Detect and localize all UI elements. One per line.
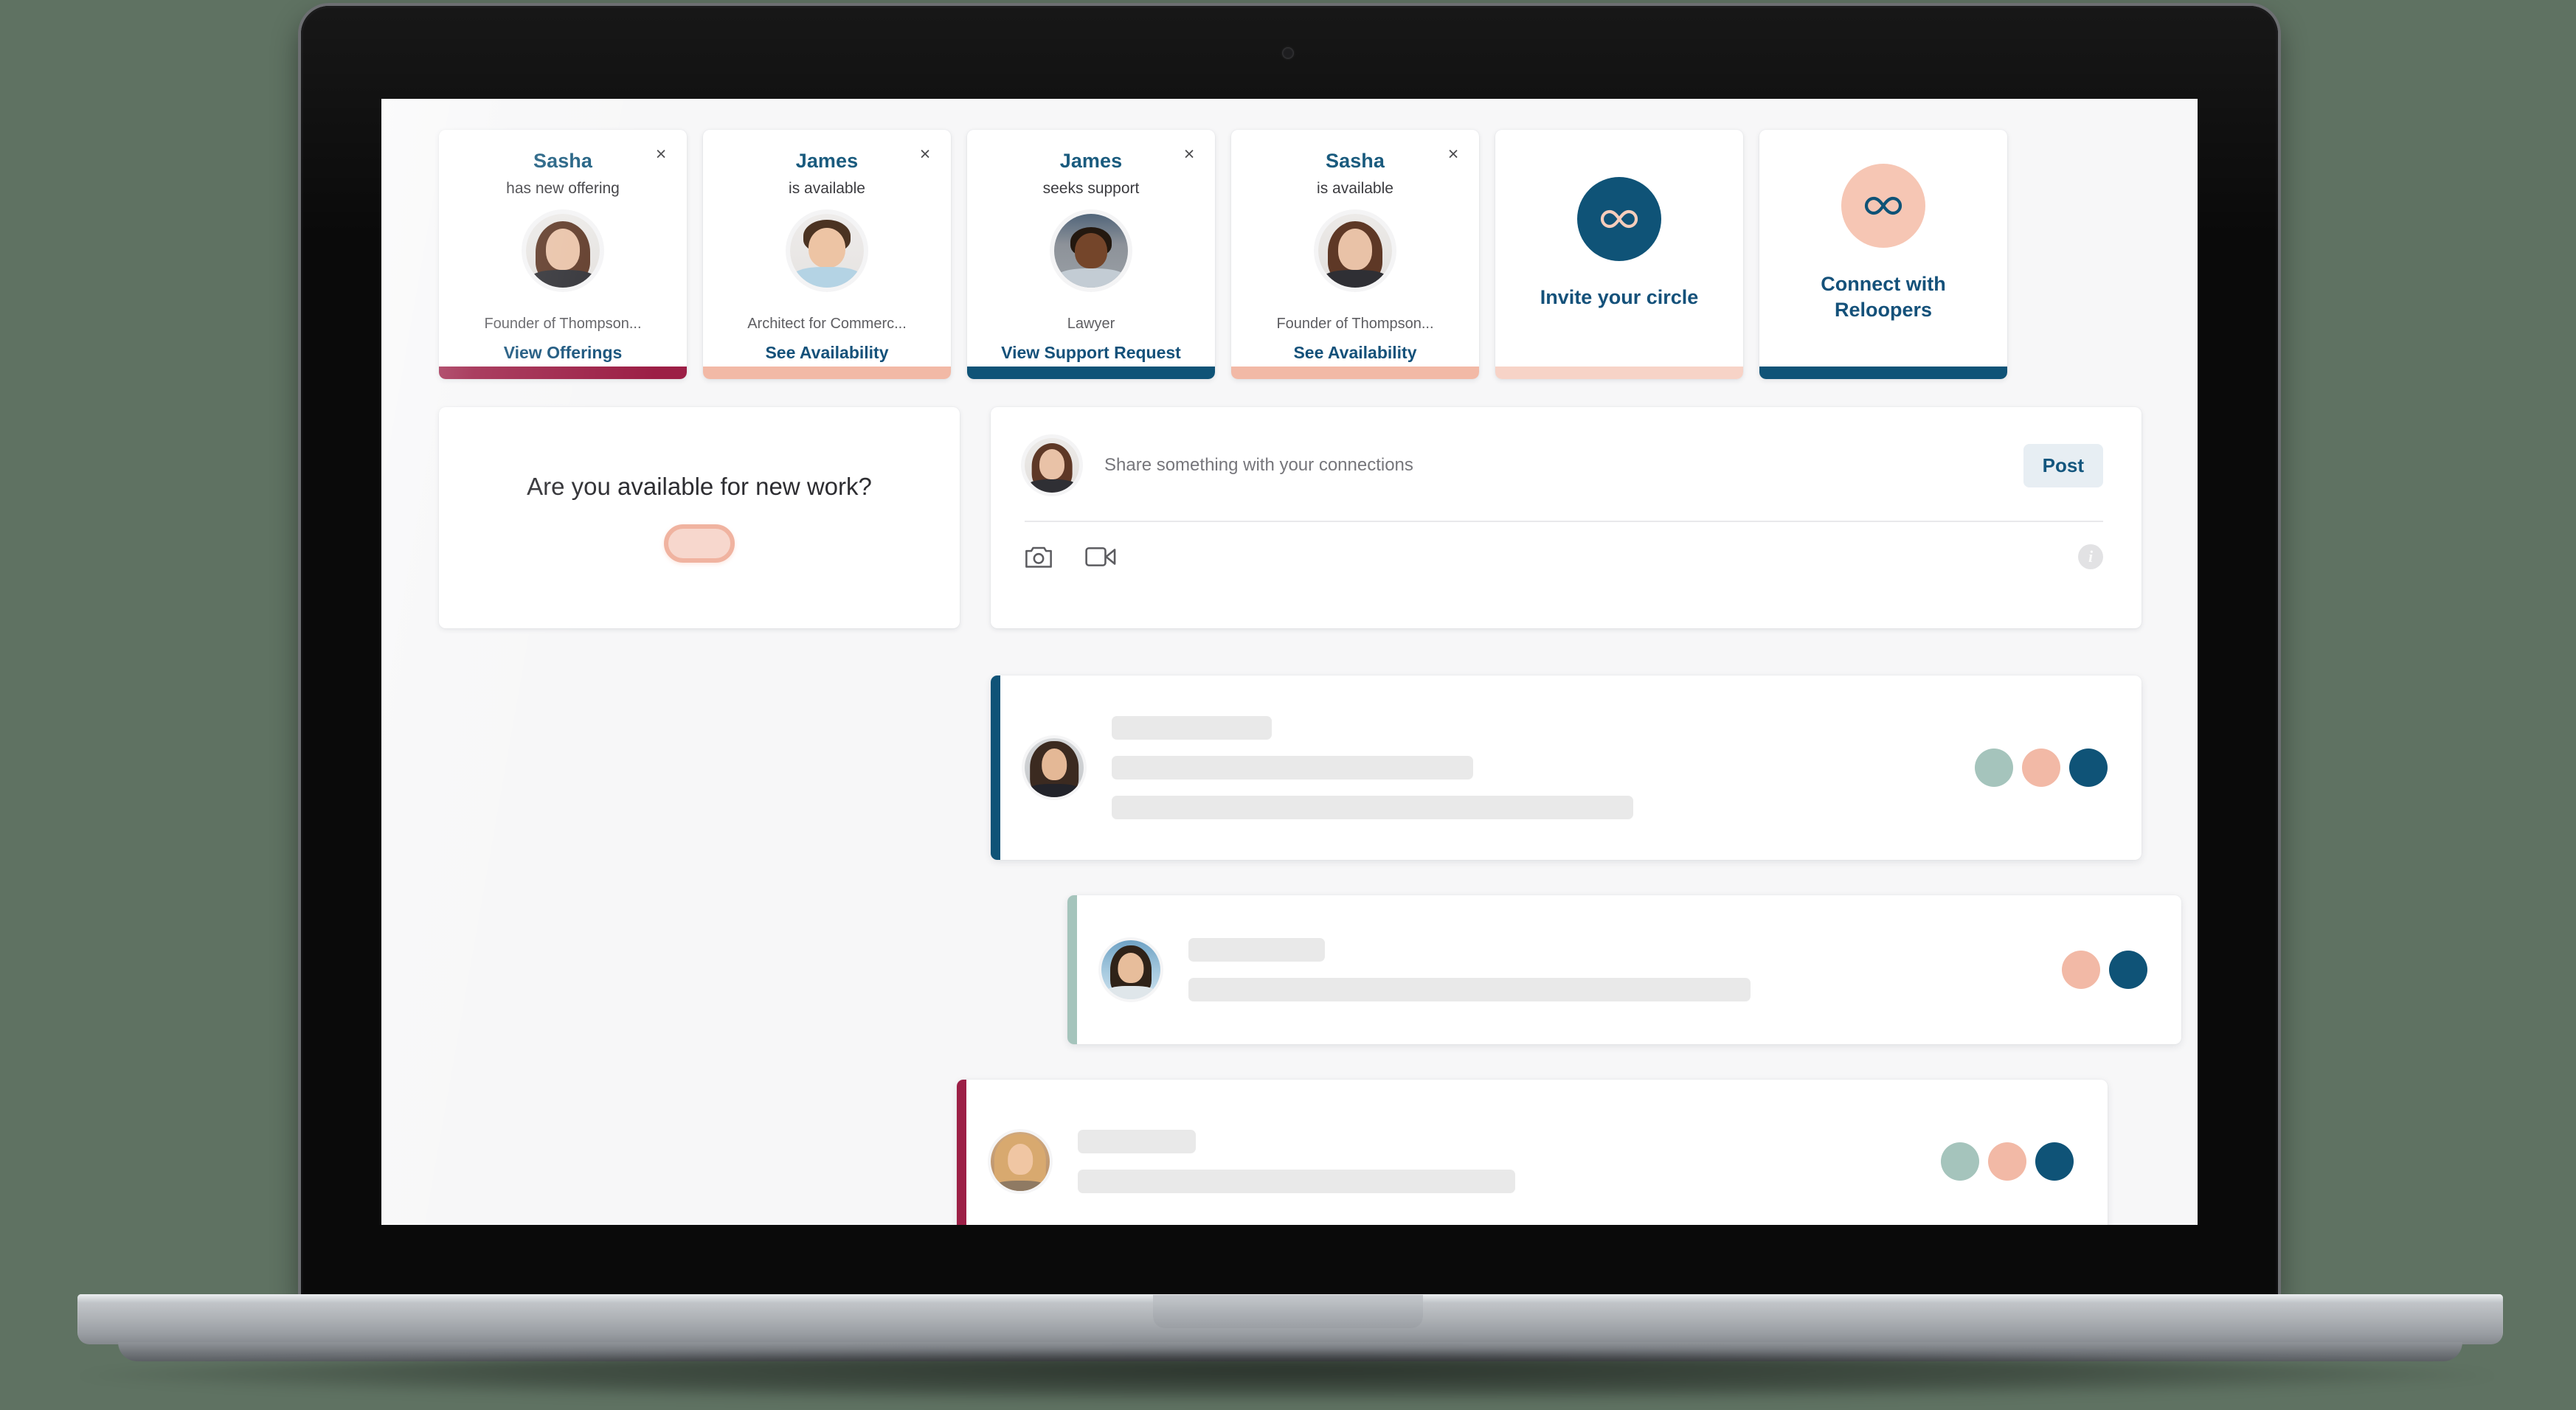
post-body	[1078, 1130, 1919, 1193]
feed-post[interactable]	[957, 1080, 2108, 1225]
notification-person-name: James	[1059, 150, 1123, 172]
close-icon[interactable]: ×	[914, 143, 936, 165]
camera-icon[interactable]	[1025, 544, 1053, 569]
notification-action-link[interactable]: See Availability	[1293, 343, 1416, 363]
notification-role: Founder of Thompson...	[1276, 316, 1434, 332]
video-camera-icon[interactable]	[1085, 545, 1116, 569]
card-accent-bar	[1231, 367, 1479, 379]
post-button[interactable]: Post	[2023, 443, 2103, 487]
notification-role: Founder of Thompson...	[484, 316, 642, 332]
notification-person-name: Sasha	[533, 150, 593, 172]
avatar	[1025, 438, 1079, 493]
notification-role: Lawyer	[1067, 316, 1115, 332]
notification-card[interactable]: × James seeks support Lawyer View Support Re…	[967, 130, 1215, 379]
cta-label: Connect with Reloopers	[1821, 273, 1946, 321]
skeleton-line	[1188, 938, 1325, 962]
reaction-row	[1975, 749, 2108, 787]
avatar	[526, 214, 600, 288]
notification-card-strip: × Sasha has new offering Founder of Thompso…	[439, 130, 2007, 379]
composer-input[interactable]	[1104, 455, 2023, 476]
reaction-dot[interactable]	[1941, 1142, 1979, 1181]
skeleton-line	[1078, 1130, 1196, 1153]
card-accent-bar	[1759, 367, 2007, 379]
skeleton-line	[1112, 796, 1633, 819]
card-accent-bar	[1495, 367, 1743, 379]
skeleton-line	[1188, 978, 1751, 1001]
reaction-dot[interactable]	[1988, 1142, 2026, 1181]
webcam-icon	[1282, 47, 1294, 59]
availability-toggle[interactable]	[664, 524, 735, 563]
close-icon[interactable]: ×	[650, 143, 672, 165]
availability-panel: Are you available for new work?	[439, 407, 960, 628]
notification-status: is available	[1317, 180, 1393, 197]
infinity-icon	[1577, 176, 1661, 261]
post-body	[1112, 716, 1953, 819]
notification-action-link[interactable]: View Offerings	[504, 343, 623, 363]
cta-label: Invite your circle	[1540, 285, 1699, 308]
cta-card[interactable]: Invite your circle	[1495, 130, 1743, 379]
post-body	[1188, 938, 2040, 1001]
app-viewport: × Sasha has new offering Founder of Thompso…	[381, 99, 2198, 1225]
avatar	[1318, 214, 1392, 288]
post-accent-bar	[957, 1080, 966, 1225]
avatar	[790, 214, 864, 288]
notification-person-name: Sasha	[1325, 150, 1385, 172]
availability-question: Are you available for new work?	[527, 473, 872, 500]
card-accent-bar	[967, 367, 1215, 379]
reaction-dot[interactable]	[1975, 749, 2013, 787]
laptop-base-notch	[1153, 1294, 1423, 1328]
notification-action-link[interactable]: See Availability	[765, 343, 888, 363]
avatar	[1025, 738, 1084, 797]
notification-action-link[interactable]: View Support Request	[1001, 343, 1181, 363]
card-accent-bar	[439, 367, 687, 379]
feed-post[interactable]	[991, 676, 2142, 860]
laptop-screen: × Sasha has new offering Founder of Thompso…	[381, 99, 2198, 1225]
notification-status: is available	[789, 180, 865, 197]
reaction-dot[interactable]	[2069, 749, 2108, 787]
avatar	[991, 1132, 1050, 1191]
close-icon[interactable]: ×	[1442, 143, 1464, 165]
info-icon[interactable]: i	[2078, 544, 2103, 569]
notification-card[interactable]: × Sasha has new offering Founder of Thompso…	[439, 130, 687, 379]
skeleton-line	[1112, 756, 1474, 779]
post-accent-bar	[1067, 895, 1077, 1044]
post-composer: Post i	[991, 407, 2142, 628]
reaction-dot[interactable]	[2062, 951, 2100, 989]
skeleton-line	[1112, 716, 1272, 740]
laptop-drop-shadow	[70, 1354, 2504, 1403]
reaction-dot[interactable]	[2109, 951, 2147, 989]
notification-card[interactable]: × Sasha is available Founder of Thompson...…	[1231, 130, 1479, 379]
notification-status: seeks support	[1042, 180, 1140, 197]
skeleton-line	[1078, 1170, 1515, 1193]
notification-person-name: James	[795, 150, 859, 172]
composer-tool-row: i	[1025, 544, 2103, 569]
cta-card[interactable]: Connect with Reloopers	[1759, 130, 2007, 379]
notification-role: Architect for Commerc...	[747, 316, 907, 332]
notification-card[interactable]: × James is available Architect for Commerc.…	[703, 130, 951, 379]
composer-top-row: Post	[1025, 438, 2103, 493]
reaction-dot[interactable]	[2035, 1142, 2074, 1181]
feed-post[interactable]	[1067, 895, 2181, 1044]
reaction-row	[2062, 951, 2147, 989]
reaction-row	[1941, 1142, 2074, 1181]
post-accent-bar	[991, 676, 1000, 860]
close-icon[interactable]: ×	[1178, 143, 1200, 165]
laptop-device: × Sasha has new offering Founder of Thompso…	[0, 0, 2576, 1410]
notification-status: has new offering	[506, 180, 620, 197]
card-accent-bar	[703, 367, 951, 379]
reaction-dot[interactable]	[2022, 749, 2060, 787]
divider	[1025, 521, 2103, 522]
infinity-icon	[1841, 164, 1925, 249]
avatar	[1054, 214, 1128, 288]
avatar	[1101, 940, 1160, 999]
